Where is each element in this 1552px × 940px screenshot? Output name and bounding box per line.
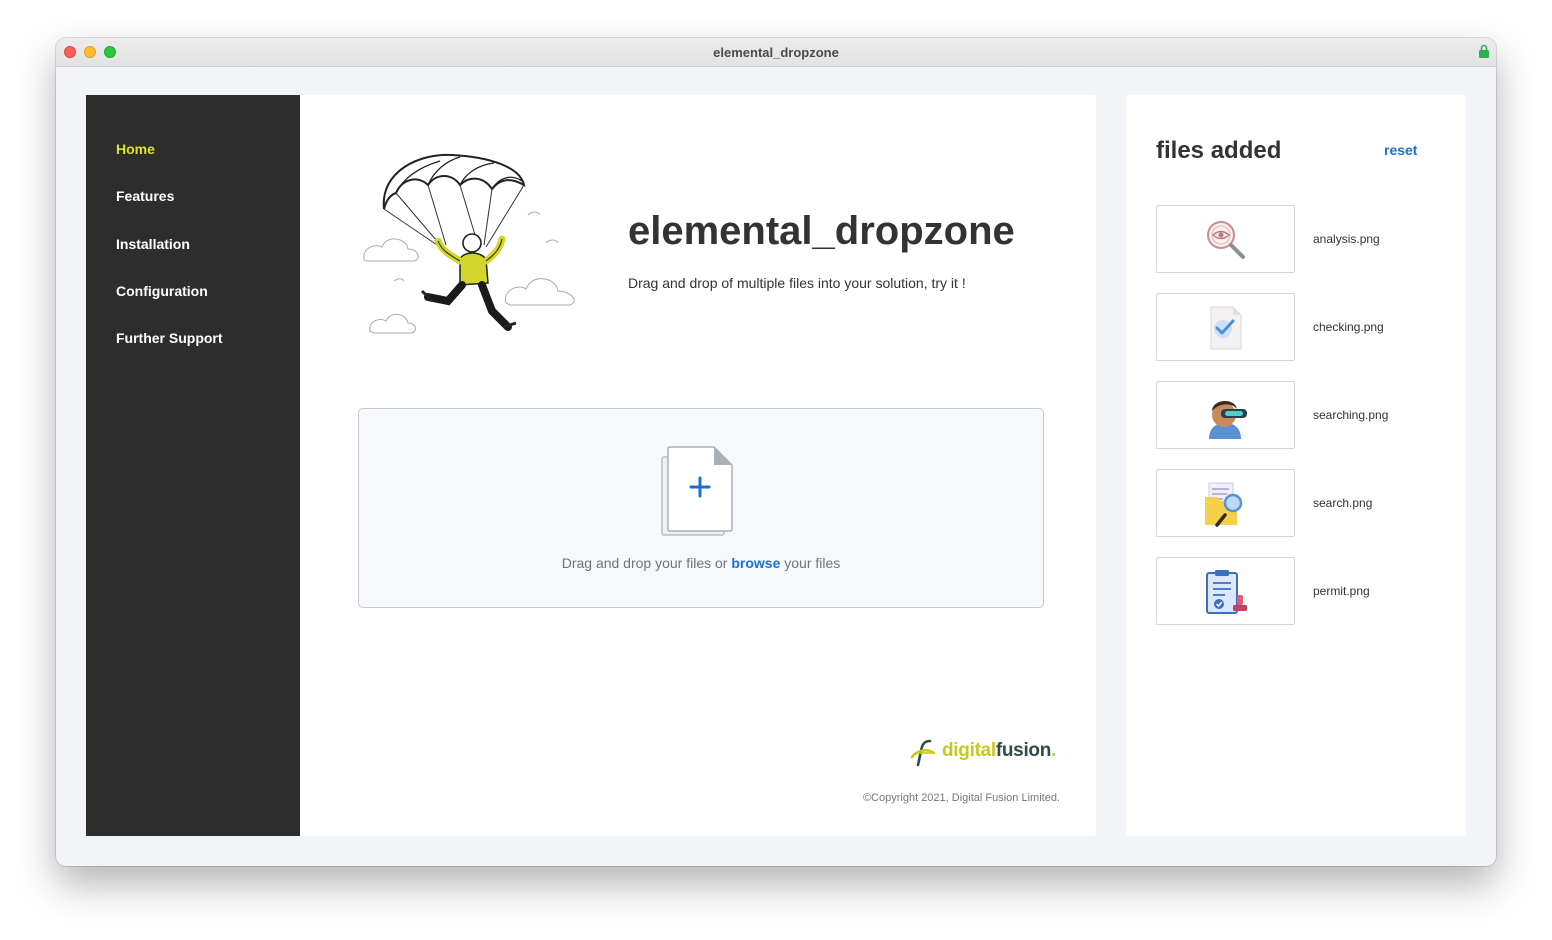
file-name: searching.png	[1313, 408, 1389, 422]
file-item[interactable]: search.png	[1156, 469, 1446, 537]
sidebar-item-installation[interactable]: Installation	[116, 236, 190, 252]
page-title: elemental_dropzone	[628, 209, 1015, 253]
document-check-icon	[1210, 306, 1242, 350]
app-window: elemental_dropzone Home Features Install…	[56, 38, 1496, 866]
logo-text-fusion: fusion	[995, 740, 1052, 761]
file-name: analysis.png	[1313, 232, 1380, 246]
digital-fusion-logo: digitalfusion.	[910, 737, 1062, 769]
file-item[interactable]: searching.png	[1156, 381, 1446, 449]
file-thumbnail	[1156, 381, 1295, 449]
file-name: permit.png	[1313, 584, 1370, 598]
vr-headset-person-icon	[1209, 400, 1247, 439]
file-name: checking.png	[1313, 320, 1384, 334]
file-thumbnail	[1156, 205, 1295, 273]
window-title: elemental_dropzone	[713, 45, 839, 60]
clipboard-stamp-icon	[1206, 570, 1247, 614]
file-name: search.png	[1313, 496, 1373, 510]
page-subtitle: Drag and drop of multiple files into you…	[628, 275, 966, 291]
file-item[interactable]: permit.png	[1156, 557, 1446, 625]
logo-text-dot: .	[1051, 740, 1057, 761]
lock-icon	[1479, 44, 1489, 58]
files-panel: files added reset analysis.png checking.…	[1126, 95, 1466, 836]
reset-button[interactable]: reset	[1384, 142, 1417, 158]
file-item[interactable]: checking.png	[1156, 293, 1446, 361]
magnifier-eye-icon	[1207, 221, 1245, 259]
sidebar-item-home[interactable]: Home	[116, 141, 155, 157]
file-thumbnail	[1156, 557, 1295, 625]
copyright-text: ©Copyright 2021, Digital Fusion Limited.	[862, 792, 1060, 804]
main-content: elemental_dropzone Drag and drop of mult…	[300, 95, 1096, 836]
add-file-icon	[661, 446, 733, 536]
logo-text-digital: digital	[942, 740, 996, 761]
logo-mark-icon	[910, 739, 936, 767]
sidebar-item-features[interactable]: Features	[116, 188, 174, 204]
file-thumbnail	[1156, 469, 1295, 537]
sidebar-item-configuration[interactable]: Configuration	[116, 283, 208, 299]
title-bar: elemental_dropzone	[56, 38, 1496, 67]
dropzone-instructions: Drag and drop your files or browse your …	[359, 555, 1043, 571]
browse-files-link[interactable]: browse	[731, 555, 780, 571]
file-dropzone[interactable]: Drag and drop your files or browse your …	[358, 408, 1044, 608]
file-thumbnail	[1156, 293, 1295, 361]
files-panel-title: files added	[1156, 137, 1282, 164]
dropzone-text-after: your files	[780, 555, 841, 571]
folder-search-icon	[1205, 482, 1243, 527]
sidebar-item-further-support[interactable]: Further Support	[116, 330, 223, 346]
file-item[interactable]: analysis.png	[1156, 205, 1446, 273]
parachute-person-illustration	[363, 153, 575, 334]
dropzone-text-before: Drag and drop your files or	[561, 555, 732, 571]
sidebar: Home Features Installation Configuration…	[86, 95, 300, 836]
